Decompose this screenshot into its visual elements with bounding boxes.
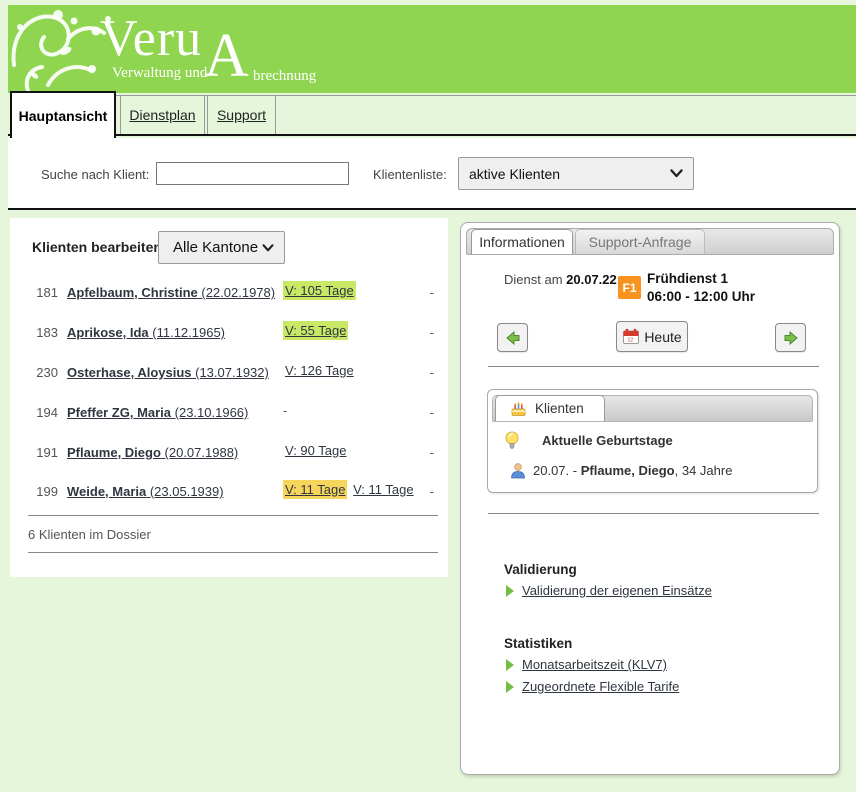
birthday-entry: 20.07. - Pflaume, Diego, 34 Jahre <box>533 463 732 478</box>
placeholder-dash: - <box>430 484 434 499</box>
svg-text:12: 12 <box>628 338 634 344</box>
info-panel: Informationen Support-Anfrage Dienst am … <box>460 222 840 775</box>
client-id: 183 <box>20 325 58 340</box>
vacation-link[interactable]: V: 11 Tage <box>283 480 347 499</box>
today-button-label: Heute <box>644 329 681 345</box>
monatsarbeitszeit-link[interactable]: Monatsarbeitszeit (KLV7) <box>522 657 667 672</box>
tab-support-anfrage[interactable]: Support-Anfrage <box>575 229 705 254</box>
flexible-tarife-link[interactable]: Zugeordnete Flexible Tarife <box>522 679 679 694</box>
canton-select[interactable]: Alle Kantone <box>158 231 285 264</box>
info-tabbar: Informationen Support-Anfrage <box>466 228 834 255</box>
service-date-label: Dienst am 20.07.22: <box>504 272 620 287</box>
statistiken-heading: Statistiken <box>504 636 572 651</box>
chevron-down-icon <box>670 169 683 178</box>
client-name-link[interactable]: Osterhase, Aloysius (13.07.1932) <box>67 365 269 380</box>
canton-select-value: Alle Kantone <box>173 239 262 256</box>
table-row: 194 Pfeffer ZG, Maria (23.10.1966) - - <box>10 402 448 424</box>
table-row: 183 Aprikose, Ida (11.12.1965) V: 55 Tag… <box>10 322 448 344</box>
placeholder-dash: - <box>430 325 434 340</box>
client-name-link[interactable]: Weide, Maria (23.05.1939) <box>67 484 224 499</box>
client-id: 230 <box>20 365 58 380</box>
table-row: 199 Weide, Maria (23.05.1939) V: 11 Tage… <box>10 481 448 503</box>
birthday-heading-row: Aktuelle Geburtstage <box>504 430 673 450</box>
client-search-input[interactable] <box>156 162 349 185</box>
placeholder-dash: - <box>430 445 434 460</box>
divider <box>28 552 438 553</box>
arrow-left-icon <box>504 330 522 346</box>
main-tabstrip: Hauptansicht Dienstplan Support <box>8 93 856 136</box>
vacation-link[interactable]: V: 105 Tage <box>283 281 356 300</box>
placeholder-dash: - <box>430 285 434 300</box>
client-name-link[interactable]: Aprikose, Ida (11.12.1965) <box>67 325 225 340</box>
logo-tagline-right: brechnung <box>253 68 316 85</box>
clients-panel-title: Klienten bearbeiten <box>32 239 162 255</box>
clients-panel: Klienten bearbeiten Alle Kantone 181 Apf… <box>10 218 448 577</box>
client-id: 181 <box>20 285 58 300</box>
klienten-box-tab-label: Klienten <box>535 401 584 416</box>
tab-hauptansicht[interactable]: Hauptansicht <box>10 91 116 138</box>
table-row: 191 Pflaume, Diego (20.07.1988) V: 90 Ta… <box>10 442 448 464</box>
klienten-box: Klienten Aktuelle Geburtstage 20.07. - P… <box>487 389 818 493</box>
statistik-link-row: Monatsarbeitszeit (KLV7) <box>506 657 667 672</box>
tab-dienstplan-label: Dienstplan <box>129 107 195 123</box>
table-row: 230 Osterhase, Aloysius (13.07.1932) V: … <box>10 362 448 384</box>
clientlist-select[interactable]: aktive Klienten <box>458 157 694 190</box>
client-name-link[interactable]: Apfelbaum, Christine (22.02.1978) <box>67 285 275 300</box>
clientlist-label: Klientenliste: <box>373 167 447 182</box>
validierung-link-row: Validierung der eigenen Einsätze <box>506 583 712 598</box>
bullet-arrow-icon <box>506 585 514 597</box>
clients-count: 6 Klienten im Dossier <box>28 527 151 542</box>
tab-dienstplan[interactable]: Dienstplan <box>120 95 205 134</box>
clientlist-select-value: aktive Klienten <box>469 166 670 182</box>
klienten-box-header: Klienten <box>492 395 813 422</box>
placeholder-dash: - <box>430 365 434 380</box>
app-header: Veru A Verwaltung und brechnung <box>8 5 856 93</box>
person-icon <box>510 462 526 479</box>
validierung-link[interactable]: Validierung der eigenen Einsätze <box>522 583 712 598</box>
clients-panel-header: Klienten bearbeiten Alle Kantone <box>10 231 448 264</box>
search-bar: Suche nach Klient: Klientenliste: aktive… <box>8 138 856 210</box>
divider <box>488 366 819 367</box>
shift-badge: F1 <box>618 276 641 299</box>
tab-informationen[interactable]: Informationen <box>471 229 573 254</box>
tab-support-label: Support <box>217 107 266 123</box>
birthday-heading: Aktuelle Geburtstage <box>542 433 673 448</box>
tab-support[interactable]: Support <box>207 95 276 134</box>
search-label: Suche nach Klient: <box>41 167 149 182</box>
vacation-link[interactable]: V: 126 Tage <box>283 361 356 380</box>
lightbulb-icon <box>504 430 520 450</box>
vacation-link[interactable]: V: 55 Tage <box>283 321 348 340</box>
divider <box>28 515 438 516</box>
statistik-link-row: Zugeordnete Flexible Tarife <box>506 679 679 694</box>
previous-day-button[interactable] <box>497 323 528 352</box>
table-row: 181 Apfelbaum, Christine (22.02.1978) V:… <box>10 282 448 304</box>
logo-text: Veru <box>100 13 202 65</box>
divider <box>488 513 819 514</box>
page: Veru A Verwaltung und brechnung Hauptans… <box>0 0 856 792</box>
logo-big-letter: A <box>204 25 249 87</box>
vacation-value: - <box>283 403 287 418</box>
validierung-heading: Validierung <box>504 562 577 577</box>
bullet-arrow-icon <box>506 681 514 693</box>
vacation-link-2[interactable]: V: 11 Tage <box>351 480 415 499</box>
chevron-down-icon <box>262 244 274 252</box>
vacation-link[interactable]: V: 90 Tage <box>283 441 348 460</box>
client-id: 191 <box>20 445 58 460</box>
placeholder-dash: - <box>430 405 434 420</box>
logo-tagline-left: Verwaltung und <box>112 65 207 82</box>
birthday-cake-icon <box>510 401 527 417</box>
calendar-icon: 12 <box>622 328 640 345</box>
bullet-arrow-icon <box>506 659 514 671</box>
shift-name: Frühdienst 106:00 - 12:00 Uhr <box>647 270 755 306</box>
client-name-link[interactable]: Pflaume, Diego (20.07.1988) <box>67 445 238 460</box>
next-day-button[interactable] <box>775 323 806 352</box>
arrow-right-icon <box>782 330 800 346</box>
client-name-link[interactable]: Pfeffer ZG, Maria (23.10.1966) <box>67 405 248 420</box>
birthday-entry-row: 20.07. - Pflaume, Diego, 34 Jahre <box>510 462 732 479</box>
client-id: 194 <box>20 405 58 420</box>
today-button[interactable]: 12 Heute <box>616 321 688 352</box>
klienten-box-tab[interactable]: Klienten <box>495 395 605 421</box>
client-id: 199 <box>20 484 58 499</box>
